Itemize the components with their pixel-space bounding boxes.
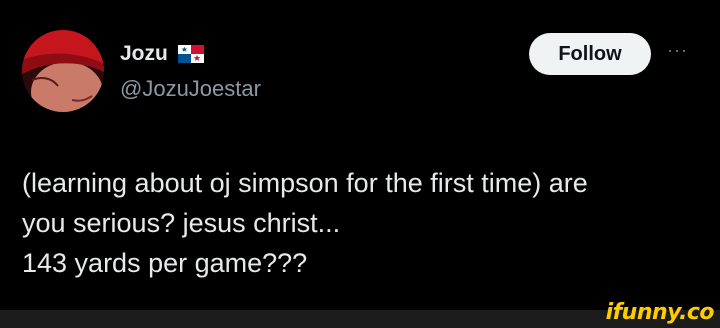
tweet-card: Jozu @JozuJoestar Follow ··· (learning a… <box>0 0 720 310</box>
tweet-text-line: you serious? jesus christ... <box>22 208 341 238</box>
anime-avatar-icon <box>22 30 104 112</box>
author-handle[interactable]: @JozuJoestar <box>120 76 261 102</box>
author-avatar[interactable] <box>22 30 104 112</box>
tweet-text-line: 143 yards per game??? <box>22 248 308 278</box>
author-name-row: Jozu <box>120 42 204 66</box>
tweet-text: (learning about oj simpson for the first… <box>22 163 698 283</box>
more-options-icon[interactable]: ··· <box>667 40 688 61</box>
follow-button[interactable]: Follow <box>529 33 651 75</box>
tweet-text-line: (learning about oj simpson for the first… <box>22 168 588 198</box>
panama-flag-icon <box>177 45 204 63</box>
author-display-name[interactable]: Jozu <box>120 42 168 66</box>
ifunny-watermark: ifunny.co <box>605 300 715 325</box>
